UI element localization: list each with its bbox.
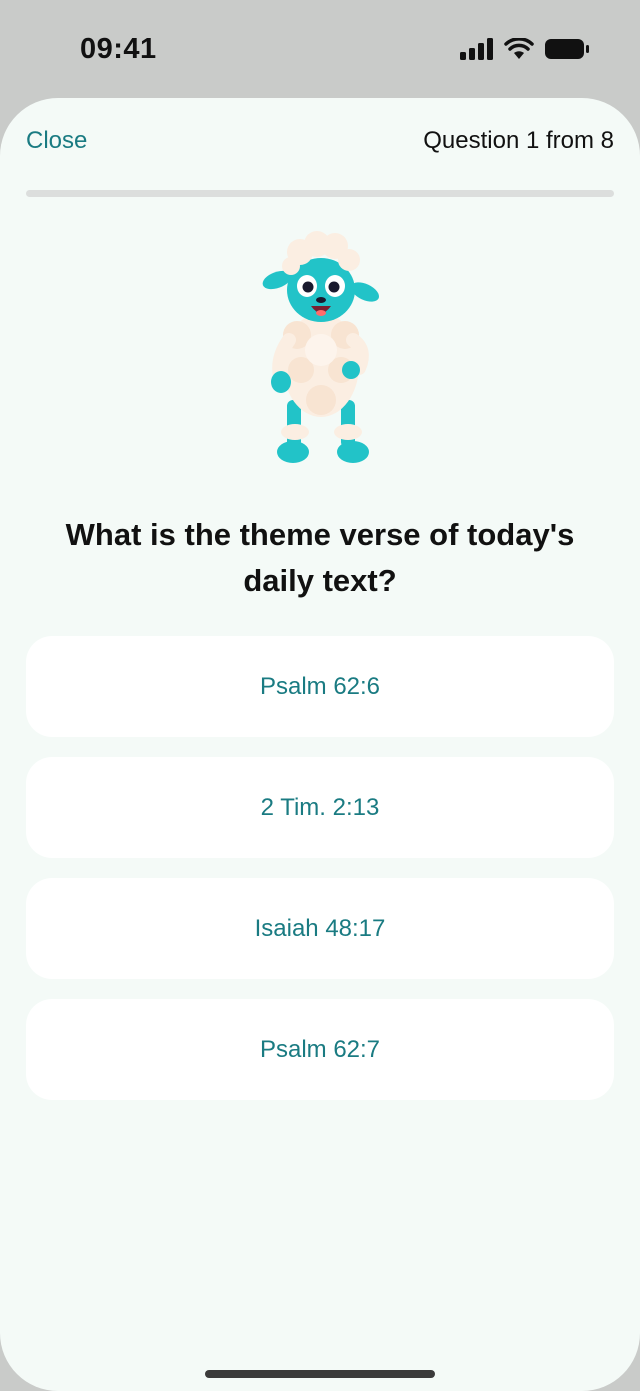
status-time: 09:41: [80, 33, 157, 65]
question-counter: Question 1 from 8: [423, 127, 614, 154]
status-icons: [460, 38, 590, 60]
answer-option[interactable]: Psalm 62:6: [26, 636, 614, 737]
battery-icon: [545, 39, 589, 59]
lamb-mascot-icon: [262, 231, 380, 463]
answer-list: Psalm 62:6 2 Tim. 2:13 Isaiah 48:17 Psal…: [26, 636, 614, 1120]
home-indicator[interactable]: [205, 1370, 435, 1378]
wifi-icon: [504, 38, 534, 59]
question-text: What is the theme verse of today's daily…: [65, 517, 575, 598]
answer-option[interactable]: 2 Tim. 2:13: [26, 757, 614, 858]
answer-option[interactable]: Psalm 62:7: [26, 999, 614, 1100]
progress-bar: [26, 190, 614, 197]
status-bar: 09:41: [0, 0, 640, 100]
close-button[interactable]: Close: [26, 127, 87, 155]
cellular-signal-icon: [460, 38, 493, 60]
answer-option[interactable]: Isaiah 48:17: [26, 878, 614, 979]
